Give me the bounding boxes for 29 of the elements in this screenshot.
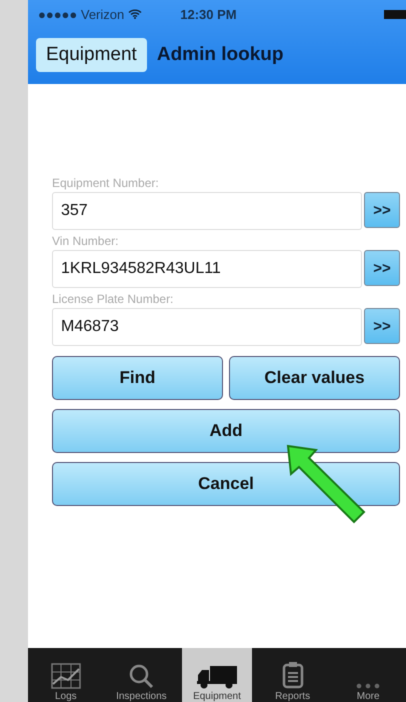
action-button[interactable]: Add [52, 409, 400, 453]
tab-item[interactable]: Logs [30, 648, 101, 702]
input-field[interactable]: 357 [52, 192, 362, 230]
field-label: Equipment Number: [52, 176, 160, 190]
tab-item[interactable]: Reports [258, 648, 328, 702]
carrier-text: ●●●●● Verizon [38, 6, 124, 22]
wifi-icon [128, 9, 142, 19]
back-button[interactable]: Equipment [36, 38, 147, 72]
status-time: 12:30 PM [180, 6, 237, 22]
action-button[interactable]: Find [52, 356, 223, 400]
lookup-button[interactable]: >> [364, 250, 400, 286]
clipboard-icon [282, 661, 304, 689]
lookup-button[interactable]: >> [364, 308, 400, 344]
tab-item[interactable]: Inspections [106, 648, 176, 702]
action-button[interactable]: Clear values [229, 356, 400, 400]
more-icon [356, 683, 380, 689]
search-icon [128, 663, 154, 689]
field-label: Vin Number: [52, 234, 120, 248]
action-button[interactable]: Cancel [52, 462, 400, 506]
tab-item[interactable]: More [333, 648, 404, 702]
chart-icon [50, 663, 81, 689]
battery-icon [384, 10, 406, 18]
field-label: License Plate Number: [52, 292, 174, 306]
input-field[interactable]: M46873 [52, 308, 362, 346]
screen-title: Admin lookup [156, 44, 284, 66]
input-field[interactable]: 1KRL934582R43UL11 [52, 250, 362, 288]
lookup-button[interactable]: >> [364, 192, 400, 228]
tab-item[interactable]: Equipment [182, 648, 252, 702]
truck-icon [196, 665, 238, 689]
